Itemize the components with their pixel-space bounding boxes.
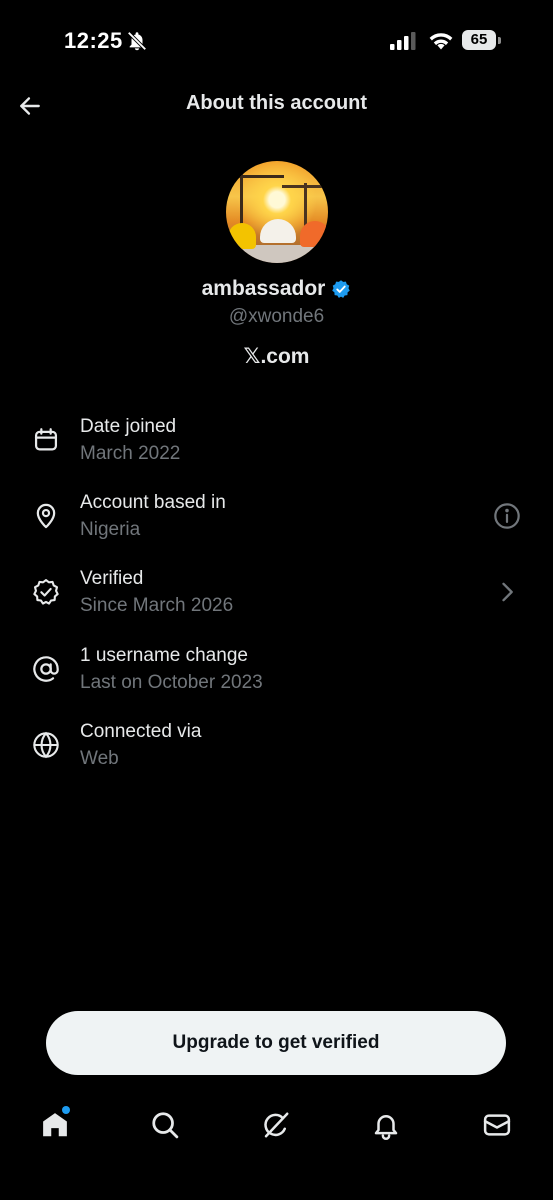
verified-badge-icon[interactable] xyxy=(331,279,351,299)
grok-icon xyxy=(264,1112,289,1138)
handle: @xwonde6 xyxy=(228,306,325,327)
mail-icon xyxy=(483,1114,511,1136)
info-subtitle: Web xyxy=(80,748,119,769)
name-row: ambassador xyxy=(0,277,553,301)
info-connected-via: Connected via Web xyxy=(0,721,553,787)
info-username-changes: 1 username change Last on October 2023 xyxy=(0,645,553,711)
nav-notifications[interactable] xyxy=(369,1108,403,1142)
bell-icon xyxy=(374,1115,398,1140)
battery-icon: 65 xyxy=(462,30,502,52)
home-icon xyxy=(43,1113,67,1137)
status-bar: 12:25 65 xyxy=(0,0,553,80)
wifi-icon xyxy=(429,33,453,50)
info-subtitle: Last on October 2023 xyxy=(80,672,263,693)
nav-search[interactable] xyxy=(148,1108,182,1142)
cellular-signal-icon xyxy=(390,32,416,50)
globe-icon xyxy=(33,731,59,759)
battery-level: 65 xyxy=(470,31,488,48)
info-subtitle: Since March 2026 xyxy=(80,595,234,616)
search-icon xyxy=(152,1112,179,1139)
page-title: About this account xyxy=(185,92,368,114)
info-verified[interactable]: Verified Since March 2026 xyxy=(0,568,553,634)
info-subtitle: March 2022 xyxy=(80,443,181,464)
info-account-based-in: Account based in Nigeria xyxy=(0,492,553,558)
notification-dot xyxy=(62,1106,70,1114)
avatar[interactable] xyxy=(226,161,328,263)
calendar-icon xyxy=(34,428,58,451)
info-title: Date joined xyxy=(80,416,177,437)
display-name: ambassador xyxy=(201,277,326,300)
location-pin-icon xyxy=(36,503,56,529)
site-label: 𝕏.com xyxy=(243,345,310,368)
upgrade-to-verified-button[interactable]: Upgrade to get verified xyxy=(46,1011,506,1075)
bottom-navigation xyxy=(0,1100,553,1160)
info-icon[interactable] xyxy=(493,502,521,530)
about-account-screen: 12:25 65 About this account ambassador @… xyxy=(0,0,553,1200)
info-date-joined: Date joined March 2022 xyxy=(0,416,553,482)
nav-home[interactable] xyxy=(38,1106,72,1142)
info-title: Verified xyxy=(80,568,144,589)
at-sign-icon xyxy=(33,656,59,682)
nav-grok[interactable] xyxy=(259,1108,293,1142)
info-title: Account based in xyxy=(80,492,226,513)
info-title: 1 username change xyxy=(80,645,248,666)
verified-outline-icon xyxy=(33,579,59,605)
info-title: Connected via xyxy=(80,721,202,742)
status-time: 12:25 xyxy=(64,28,123,53)
chevron-right-icon[interactable] xyxy=(493,578,521,606)
bell-off-icon xyxy=(127,31,147,51)
nav-messages[interactable] xyxy=(480,1108,514,1142)
info-subtitle: Nigeria xyxy=(80,519,141,540)
